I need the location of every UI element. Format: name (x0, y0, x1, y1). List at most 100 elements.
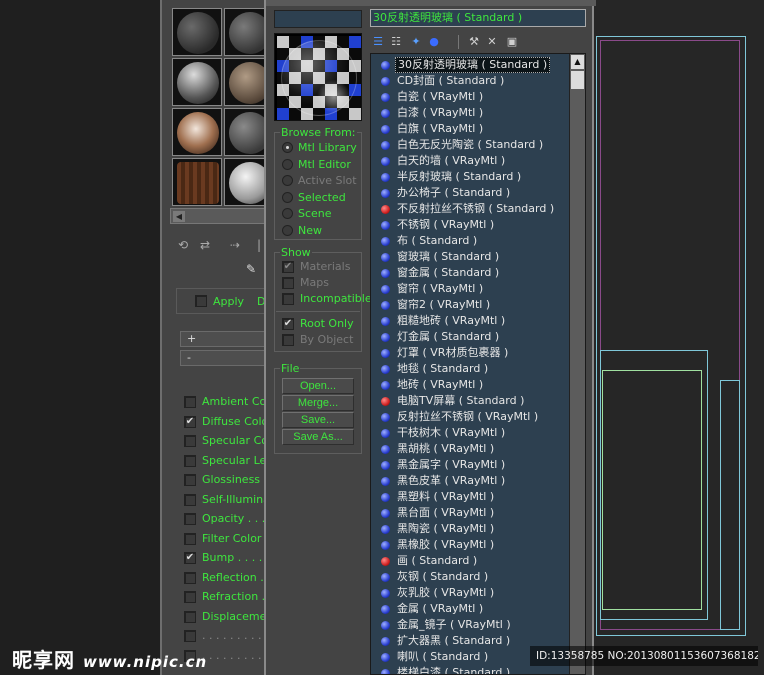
sample-slot-8[interactable] (224, 158, 264, 206)
get-material-icon[interactable]: ⟲ (174, 238, 192, 252)
browse-from-radio[interactable] (282, 208, 293, 219)
view-list-icons-icon[interactable]: ☷ (388, 34, 404, 50)
material-list-item[interactable]: 不反射拉丝不锈钢 ( Standard ) (381, 201, 571, 217)
material-list-item[interactable]: 布 ( Standard ) (381, 233, 571, 249)
material-list-item[interactable]: 干枝树木 ( VRayMtl ) (381, 425, 571, 441)
map-enable-checkbox[interactable] (184, 532, 196, 545)
show-option-checkbox[interactable] (282, 293, 294, 305)
current-material-name-field[interactable]: 30反射透明玻璃 ( Standard ) (370, 9, 586, 27)
browse-from-radio[interactable] (282, 158, 293, 170)
update-scene-materials-icon[interactable]: ⚒ (466, 34, 482, 50)
open-button[interactable]: Open... (282, 378, 354, 394)
material-list-item[interactable]: 楼梯白漆 ( Standard ) (381, 665, 571, 674)
sample-slot-1[interactable] (172, 8, 222, 56)
material-list-item[interactable]: 不锈钢 ( VRayMtl ) (381, 217, 571, 233)
material-list-item[interactable]: 电脑TV屏幕 ( Standard ) (381, 393, 571, 409)
sample-slot-7[interactable] (172, 158, 222, 206)
material-list-item[interactable]: 黑橡胶 ( VRayMtl ) (381, 537, 571, 553)
sphere-metal (177, 62, 219, 104)
save-button[interactable]: Save... (282, 412, 354, 428)
material-list-item[interactable]: 白天的墙 ( VRayMtl ) (381, 153, 571, 169)
material-list-item[interactable]: 窗玻璃 ( Standard ) (381, 249, 571, 265)
material-list-item[interactable]: 灰钢 ( Standard ) (381, 569, 571, 585)
material-list-item[interactable]: 白漆 ( VRayMtl ) (381, 105, 571, 121)
map-enable-checkbox[interactable] (184, 454, 196, 467)
material-list-item[interactable]: 灯金属 ( Standard ) (381, 329, 571, 345)
view-list-icon[interactable]: ☰ (370, 34, 386, 50)
material-list-item[interactable]: 白旗 ( VRayMtl ) (381, 121, 571, 137)
show-option-checkbox[interactable]: ✔ (282, 261, 294, 273)
material-list-item[interactable]: 金属_镜子 ( VRayMtl ) (381, 617, 571, 633)
reset-map-icon[interactable]: | (250, 238, 264, 252)
map-enable-checkbox[interactable]: ✔ (184, 552, 196, 564)
browser-search-field[interactable] (274, 10, 362, 28)
merge-button[interactable]: Merge... (282, 395, 354, 411)
save-as-button[interactable]: Save As... (282, 429, 354, 445)
show-option-checkbox[interactable] (282, 277, 294, 289)
viewport-left-area[interactable] (0, 0, 160, 675)
material-list-item[interactable]: 白色无反光陶瓷 ( Standard ) (381, 137, 571, 153)
map-enable-checkbox[interactable] (184, 474, 196, 486)
material-list[interactable]: 30反射透明玻璃 ( Standard ) CD封面 ( Standard ) 白瓷… (370, 53, 586, 675)
material-list-item[interactable]: 画 ( Standard ) (381, 553, 571, 569)
view-large-icons-icon[interactable]: ● (426, 34, 442, 50)
material-list-scrollbar[interactable]: ▲ (569, 54, 585, 674)
show-option-checkbox[interactable]: ✔ (282, 318, 294, 330)
show-option-checkbox[interactable] (282, 334, 294, 346)
material-list-item[interactable]: 粗糙地砖 ( VRayMtl ) (381, 313, 571, 329)
delete-from-library-icon[interactable]: ✕ (484, 34, 500, 50)
material-list-item[interactable]: CD封面 ( Standard ) (381, 73, 571, 89)
map-enable-checkbox[interactable] (184, 610, 196, 623)
map-enable-checkbox[interactable] (184, 571, 196, 584)
material-list-item[interactable]: 半反射玻璃 ( Standard ) (381, 169, 571, 185)
map-enable-checkbox[interactable] (184, 396, 196, 408)
sample-slot-2[interactable] (224, 8, 264, 56)
material-list-item[interactable]: 窗金属 ( Standard ) (381, 265, 571, 281)
eyedropper-icon[interactable]: ✎ (246, 262, 260, 276)
material-list-item[interactable]: 黑陶瓷 ( VRayMtl ) (381, 521, 571, 537)
sample-slot-6[interactable] (224, 108, 264, 156)
sample-slot-3[interactable] (172, 58, 222, 106)
put-to-scene-icon[interactable]: ⇄ (196, 238, 214, 252)
material-list-item[interactable]: 灰乳胶 ( VRayMtl ) (381, 585, 571, 601)
view-small-icons-icon[interactable]: ✦ (408, 34, 424, 50)
browse-from-radio[interactable] (282, 142, 293, 153)
clear-library-icon[interactable]: ▣ (504, 34, 520, 50)
map-enable-checkbox[interactable] (184, 591, 196, 603)
scroll-left-arrow-icon[interactable]: ◀ (173, 211, 185, 222)
material-list-item[interactable]: 窗帘2 ( VRayMtl ) (381, 297, 571, 313)
scroll-up-arrow-icon[interactable]: ▲ (571, 55, 584, 69)
material-list-item[interactable]: 办公椅子 ( Standard ) (381, 185, 571, 201)
material-list-item[interactable]: 黑色皮革 ( VRayMtl ) (381, 473, 571, 489)
material-list-item[interactable]: 黑台面 ( VRayMtl ) (381, 505, 571, 521)
browser-title-bar[interactable] (266, 0, 596, 6)
map-enable-checkbox[interactable] (184, 513, 196, 525)
material-list-item[interactable]: 黑塑料 ( VRayMtl ) (381, 489, 571, 505)
map-enable-checkbox[interactable]: ✔ (184, 415, 196, 428)
material-list-item[interactable]: 30反射透明玻璃 ( Standard ) (381, 57, 571, 73)
map-enable-checkbox[interactable] (184, 493, 196, 506)
sample-slot-4[interactable] (224, 58, 264, 106)
assign-material-icon[interactable]: ⇢ (226, 238, 244, 252)
map-row: . . . . . . . . . (182, 627, 264, 645)
rollout-collapsed[interactable]: + (180, 331, 264, 347)
material-list-item[interactable]: 地毯 ( Standard ) (381, 361, 571, 377)
material-list-item[interactable]: 地砖 ( VRayMtl ) (381, 377, 571, 393)
browse-from-radio[interactable] (282, 191, 293, 203)
material-list-item[interactable]: 白瓷 ( VRayMtl ) (381, 89, 571, 105)
map-enable-checkbox[interactable] (184, 435, 196, 447)
material-list-item[interactable]: 窗帘 ( VRayMtl ) (381, 281, 571, 297)
material-list-item[interactable]: 金属 ( VRayMtl ) (381, 601, 571, 617)
scroll-thumb[interactable] (571, 71, 584, 89)
rollout-expanded-maps[interactable]: - (180, 350, 264, 366)
map-enable-checkbox[interactable] (184, 630, 196, 642)
browse-from-radio[interactable] (282, 175, 293, 186)
browse-from-radio[interactable] (282, 224, 293, 236)
material-list-item[interactable]: 黑金属字 ( VRayMtl ) (381, 457, 571, 473)
slots-horizontal-scrollbar[interactable]: ◀ (170, 208, 264, 224)
material-list-item[interactable]: 灯罩 ( VR材质包裹器 ) (381, 345, 571, 361)
material-list-item[interactable]: 黑胡桃 ( VRayMtl ) (381, 441, 571, 457)
material-list-item[interactable]: 反射拉丝不锈钢 ( VRayMtl ) (381, 409, 571, 425)
sample-slot-5[interactable] (172, 108, 222, 156)
apply-checkbox[interactable] (195, 295, 207, 307)
